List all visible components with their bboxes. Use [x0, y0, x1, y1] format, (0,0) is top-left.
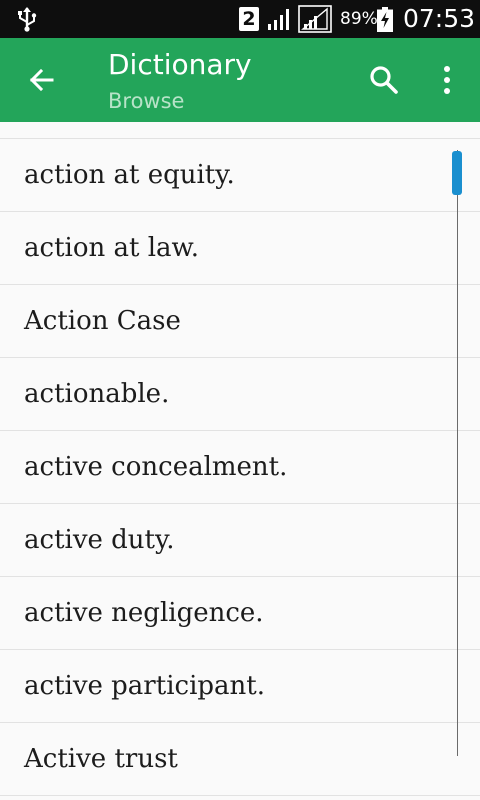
list-item-label: active concealment.	[24, 452, 288, 482]
clock: 07:53	[403, 4, 476, 33]
battery-percent: 89%	[340, 9, 378, 29]
list-item-label: actionable.	[24, 379, 170, 409]
page-title: Dictionary	[108, 48, 252, 81]
browse-list[interactable]: action at equity. action at law. Action …	[0, 122, 480, 800]
list-item[interactable]: active concealment.	[0, 431, 480, 504]
signal-icon	[298, 5, 332, 33]
list-item-label: action at law.	[24, 233, 199, 263]
list-item[interactable]: Action Case	[0, 285, 480, 358]
list-item-label: Active trust	[24, 744, 178, 774]
page-subtitle: Browse	[108, 89, 185, 113]
more-vert-icon[interactable]	[436, 64, 458, 96]
list-item-label: active duty.	[24, 525, 175, 555]
list-item-label: active negligence.	[24, 598, 264, 628]
search-icon[interactable]	[368, 64, 400, 96]
battery-charging-icon	[377, 7, 393, 32]
list-item[interactable]: active participant.	[0, 650, 480, 723]
sim-2-icon: 2	[239, 7, 259, 31]
scrollbar-track[interactable]	[457, 150, 458, 756]
list-item[interactable]: actionable.	[0, 358, 480, 431]
list-item[interactable]: action at equity.	[0, 139, 480, 212]
list-item[interactable]: active negligence.	[0, 577, 480, 650]
signal-icon	[268, 9, 289, 30]
app-bar: Dictionary Browse	[0, 38, 480, 122]
scrollbar-thumb[interactable]	[452, 151, 462, 195]
list-item-label: action at equity.	[24, 160, 235, 190]
status-bar: 2 89% 07:53	[0, 0, 480, 38]
list-item-label: Action Case	[24, 306, 181, 336]
list-item[interactable]: Active trust	[0, 723, 480, 796]
list-item[interactable]: action at law.	[0, 212, 480, 285]
arrow-back-icon[interactable]	[26, 64, 58, 96]
usb-icon	[18, 7, 37, 32]
list-item-label: active participant.	[24, 671, 265, 701]
list-item[interactable]: active duty.	[0, 504, 480, 577]
